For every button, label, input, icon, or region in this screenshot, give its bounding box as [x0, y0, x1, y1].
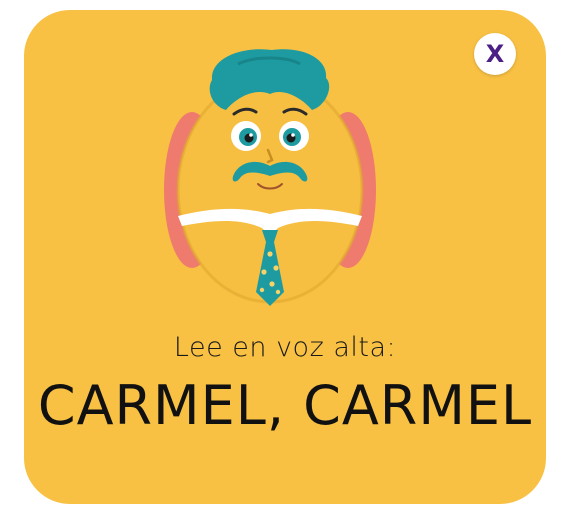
mustache-character-illustration: [164, 49, 376, 306]
close-button[interactable]: X: [474, 33, 516, 75]
target-word: CARMEL, CARMEL: [37, 374, 533, 437]
close-icon: X: [485, 39, 505, 68]
read-aloud-prompt: Lee en voz alta:: [173, 332, 397, 363]
